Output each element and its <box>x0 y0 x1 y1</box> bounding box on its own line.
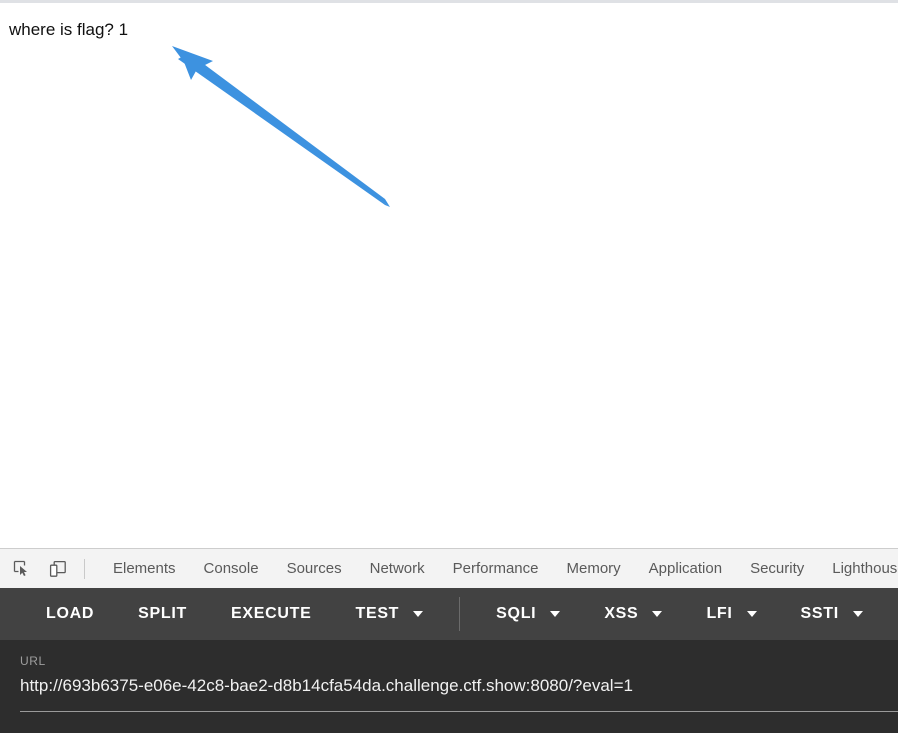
lfi-button-label: LFI <box>706 605 733 622</box>
chevron-down-icon <box>852 611 863 617</box>
sqli-button-label: SQLI <box>496 605 537 622</box>
url-input-underline <box>20 711 898 712</box>
tab-console[interactable]: Console <box>190 550 273 588</box>
url-field-label: URL <box>20 654 46 668</box>
page-body-text: where is flag? 1 <box>9 20 129 39</box>
tab-security[interactable]: Security <box>736 550 818 588</box>
devtools-tab-bar: Elements Console Sources Network Perform… <box>0 548 898 588</box>
toolbar-divider <box>84 558 85 579</box>
load-button[interactable]: LOAD <box>24 596 116 632</box>
lfi-dropdown-button[interactable]: LFI <box>684 596 778 632</box>
ssti-button-label: SSTI <box>800 605 839 622</box>
sqli-dropdown-button[interactable]: SQLI <box>474 596 582 632</box>
tab-elements[interactable]: Elements <box>99 550 190 588</box>
url-input-panel: URL http://693b6375-e06e-42c8-bae2-d8b14… <box>0 640 898 733</box>
tab-application[interactable]: Application <box>635 550 736 588</box>
xss-button-label: XSS <box>604 605 639 622</box>
split-button[interactable]: SPLIT <box>116 596 209 632</box>
devtools-panel: Elements Console Sources Network Perform… <box>0 548 898 733</box>
annotation-arrow <box>172 46 390 207</box>
test-button-label: TEST <box>355 605 400 622</box>
url-input[interactable]: http://693b6375-e06e-42c8-bae2-d8b14cfa5… <box>20 673 898 699</box>
tab-memory[interactable]: Memory <box>553 550 635 588</box>
toolbar-group-divider <box>459 597 461 631</box>
chevron-down-icon <box>746 611 757 617</box>
chevron-down-icon <box>413 611 424 617</box>
ssti-dropdown-button[interactable]: SSTI <box>779 596 885 632</box>
inspect-element-icon[interactable] <box>8 556 36 582</box>
tab-network[interactable]: Network <box>356 550 439 588</box>
tab-performance[interactable]: Performance <box>439 550 553 588</box>
split-button-label: SPLIT <box>138 605 187 622</box>
test-dropdown-button[interactable]: TEST <box>333 596 445 632</box>
tab-sources[interactable]: Sources <box>273 550 356 588</box>
chevron-down-icon <box>550 611 561 617</box>
extension-action-toolbar: LOAD SPLIT EXECUTE TEST SQLI XSS LFI SST… <box>0 588 898 640</box>
device-toolbar-icon[interactable] <box>44 556 72 582</box>
xss-dropdown-button[interactable]: XSS <box>582 596 684 632</box>
load-button-label: LOAD <box>46 605 95 622</box>
execute-button[interactable]: EXECUTE <box>209 596 333 632</box>
chevron-down-icon <box>652 611 663 617</box>
execute-button-label: EXECUTE <box>230 605 312 622</box>
browser-page-viewport: where is flag? 1 <box>0 0 898 548</box>
tab-lighthouse[interactable]: Lighthouse <box>818 550 898 588</box>
